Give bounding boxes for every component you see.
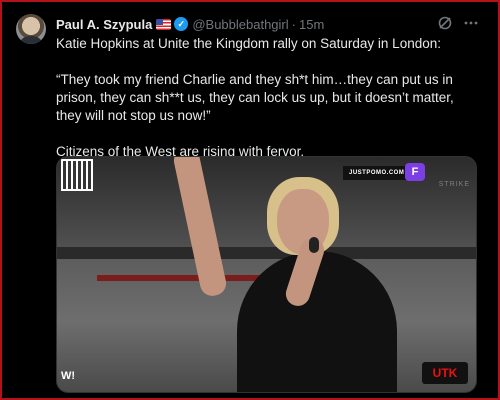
verified-badge-icon: ✓ bbox=[174, 17, 189, 31]
tweet-video[interactable]: JUSTPOMO.COM F STRIKE W! UTK bbox=[56, 156, 477, 393]
microphone bbox=[309, 237, 319, 253]
corner-logo: STRIKE bbox=[438, 181, 470, 188]
tweet-header: Paul A. Szypula ✓ @Bubblebathgirl · 15m bbox=[56, 15, 324, 33]
tweet-actions bbox=[436, 14, 480, 32]
utk-logo: UTK bbox=[422, 362, 468, 384]
timestamp[interactable]: 15m bbox=[299, 17, 324, 32]
grok-icon[interactable] bbox=[436, 14, 454, 32]
avatar[interactable] bbox=[16, 14, 46, 44]
qr-code bbox=[61, 159, 93, 191]
tweet-frame: Paul A. Szypula ✓ @Bubblebathgirl · 15m … bbox=[0, 0, 500, 400]
speaker-figure bbox=[171, 157, 417, 392]
author-handle[interactable]: @Bubblebathgirl bbox=[192, 17, 288, 32]
separator: · bbox=[291, 16, 296, 32]
us-flag-icon bbox=[156, 18, 172, 30]
left-watermark: W! bbox=[61, 370, 76, 382]
author-name[interactable]: Paul A. Szypula bbox=[56, 17, 152, 32]
tweet-paragraph: Katie Hopkins at Unite the Kingdom rally… bbox=[56, 36, 441, 51]
more-icon[interactable] bbox=[462, 14, 480, 32]
tweet-paragraph: “They took my friend Charlie and they sh… bbox=[56, 72, 454, 123]
